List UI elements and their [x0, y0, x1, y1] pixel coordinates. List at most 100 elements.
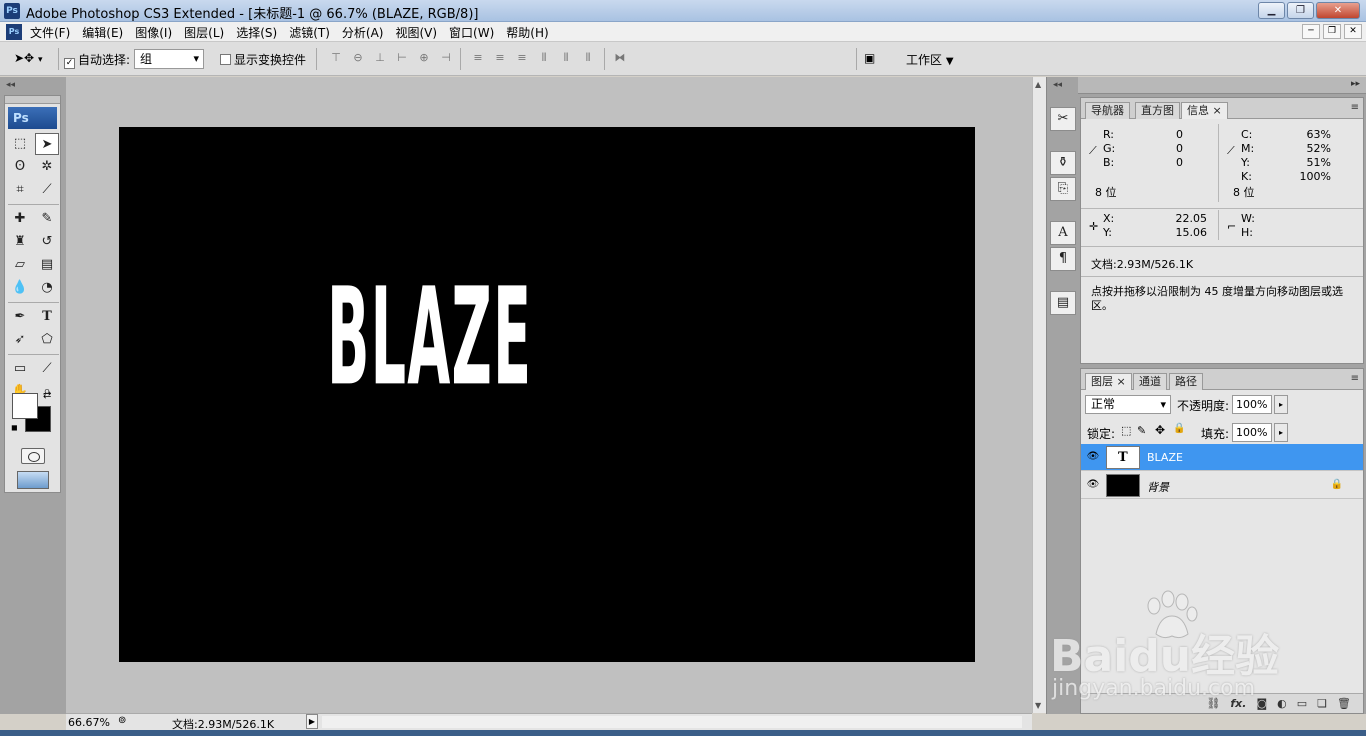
group-icon[interactable]: ▭	[1297, 697, 1307, 710]
auto-select-dropdown[interactable]: 组	[134, 49, 204, 69]
tab-layers[interactable]: 图层 ×	[1085, 373, 1132, 390]
close-icon[interactable]: ×	[1213, 104, 1222, 117]
history-brush-tool-icon[interactable]: ↺	[35, 231, 59, 253]
scroll-up-icon[interactable]: ▲	[1035, 80, 1041, 89]
tab-navigator[interactable]: 导航器	[1085, 102, 1130, 119]
doc-restore-button[interactable]: ❐	[1323, 24, 1341, 39]
fill-input[interactable]: 100%	[1232, 423, 1272, 442]
character-icon[interactable]: A	[1050, 221, 1076, 245]
document-canvas[interactable]: BLAZE	[119, 127, 975, 662]
canvas-workspace[interactable]: BLAZE	[66, 77, 1032, 713]
brush-tool-icon[interactable]: ✎	[35, 208, 59, 230]
tab-histogram[interactable]: 直方图	[1135, 102, 1180, 119]
distribute-hcenter-icon[interactable]: ⫴	[558, 51, 574, 65]
swap-colors-icon[interactable]: ⇄	[43, 390, 51, 401]
zoom-level[interactable]: 66.67%	[68, 716, 110, 729]
menu-filter[interactable]: 滤镜(T)	[289, 24, 330, 41]
eraser-tool-icon[interactable]: ▱	[8, 254, 32, 276]
paragraph-icon[interactable]: ¶	[1050, 247, 1076, 271]
layer-name-background[interactable]: 背景	[1147, 479, 1169, 495]
magic-wand-tool-icon[interactable]: ✲	[35, 156, 59, 178]
align-bottom-icon[interactable]: ⊥	[372, 51, 388, 65]
align-vcenter-icon[interactable]: ⊖	[350, 51, 366, 65]
path-selection-tool-icon[interactable]: ➶	[8, 329, 32, 351]
opacity-slider-arrow-icon[interactable]: ▸	[1274, 395, 1288, 414]
align-right-icon[interactable]: ⊣	[438, 51, 454, 65]
mask-icon[interactable]: ◙	[1256, 697, 1267, 710]
auto-select-checkbox[interactable]: ✓ 自动选择:	[64, 51, 130, 69]
restore-button[interactable]: ❐	[1287, 2, 1314, 19]
canvas-text-layer[interactable]: BLAZE	[327, 270, 532, 404]
tab-paths[interactable]: 路径	[1169, 373, 1203, 390]
gradient-tool-icon[interactable]: ▤	[35, 254, 59, 276]
tool-presets-icon[interactable]: ✂	[1050, 107, 1076, 131]
link-icon[interactable]: ⛓	[1206, 697, 1220, 710]
lock-pixels-icon[interactable]: ✎	[1137, 424, 1146, 437]
scroll-down-icon[interactable]: ▼	[1035, 701, 1041, 710]
dodge-tool-icon[interactable]: ◔	[35, 277, 59, 299]
doc-close-button[interactable]: ✕	[1344, 24, 1362, 39]
show-transform-checkbox[interactable]: 显示变换控件	[220, 51, 306, 68]
lock-position-icon[interactable]: ✥	[1155, 423, 1165, 437]
blur-tool-icon[interactable]: 💧	[8, 277, 32, 299]
distribute-vcenter-icon[interactable]: ≡	[492, 51, 508, 65]
blend-mode-select[interactable]: 正常	[1085, 395, 1171, 414]
layer-row-background[interactable]: 👁 背景 🔒	[1081, 472, 1363, 499]
quick-mask-button[interactable]	[21, 448, 45, 464]
layer-row-blaze[interactable]: 👁 T BLAZE	[1081, 444, 1363, 471]
shape-tool-icon[interactable]: ⬠	[35, 329, 59, 351]
lasso-tool-icon[interactable]: ʘ	[8, 156, 32, 178]
marquee-tool-icon[interactable]: ⬚	[8, 133, 32, 155]
eyedropper-tool-icon[interactable]: ⟋	[35, 358, 59, 380]
menu-select[interactable]: 选择(S)	[236, 24, 277, 41]
menu-layer[interactable]: 图层(L)	[184, 24, 224, 41]
panel-menu-icon[interactable]: ≡	[1351, 102, 1359, 113]
doc-minimize-button[interactable]: ─	[1302, 24, 1320, 39]
eye-icon[interactable]: 👁	[1086, 479, 1100, 491]
new-layer-icon[interactable]: ❏	[1317, 697, 1327, 710]
align-hcenter-icon[interactable]: ⊕	[416, 51, 432, 65]
status-info-icon[interactable]: ⊚	[118, 715, 126, 726]
menu-image[interactable]: 图像(I)	[135, 24, 172, 41]
document-icon[interactable]: Ps	[6, 24, 22, 40]
eyedropper-icon[interactable]: ⟋	[1089, 144, 1097, 158]
pen-tool-icon[interactable]: ✒	[8, 306, 32, 328]
auto-align-layers-icon[interactable]: ⧓	[612, 51, 628, 65]
layer-comps-icon[interactable]: ▤	[1050, 291, 1076, 315]
horizontal-scrollbar[interactable]	[322, 716, 1022, 728]
notes-tool-icon[interactable]: ▭	[8, 358, 32, 380]
panel-menu-icon[interactable]: ≡	[1351, 373, 1359, 384]
clone-stamp-tool-icon[interactable]: ♜	[8, 231, 32, 253]
menu-edit[interactable]: 编辑(E)	[82, 24, 123, 41]
collapse-arrows-icon[interactable]: ◂◂	[6, 80, 15, 90]
screen-mode-button[interactable]	[17, 471, 49, 489]
tab-info[interactable]: 信息 ×	[1181, 102, 1228, 119]
expand-arrows-icon[interactable]: ▸▸	[1351, 79, 1360, 89]
lock-all-icon[interactable]: 🔒	[1173, 423, 1185, 434]
distribute-right-icon[interactable]: ⫴	[580, 51, 596, 65]
distribute-bottom-icon[interactable]: ≡	[514, 51, 530, 65]
slice-tool-icon[interactable]: ⟋	[35, 179, 59, 201]
align-left-icon[interactable]: ⊢	[394, 51, 410, 65]
fx-icon[interactable]: fx.	[1230, 697, 1246, 710]
align-top-icon[interactable]: ⊤	[328, 51, 344, 65]
tool-preset-picker[interactable]: ➤✥ ▾	[14, 51, 42, 65]
trash-icon[interactable]: 🗑	[1337, 697, 1351, 710]
lock-transparency-icon[interactable]: ⬚	[1121, 424, 1131, 437]
bridge-icon[interactable]: ▣	[864, 51, 875, 65]
menu-analysis[interactable]: 分析(A)	[342, 24, 384, 41]
menu-help[interactable]: 帮助(H)	[506, 24, 548, 41]
distribute-left-icon[interactable]: ⫴	[536, 51, 552, 65]
type-tool-icon[interactable]: T	[35, 306, 59, 328]
adjustment-icon[interactable]: ◐	[1277, 697, 1287, 710]
minimize-button[interactable]: ▁	[1258, 2, 1285, 19]
menu-file[interactable]: 文件(F)	[30, 24, 70, 41]
eye-icon[interactable]: 👁	[1086, 451, 1100, 463]
default-colors-icon[interactable]: ◼	[11, 423, 18, 432]
brushes-icon[interactable]: ⚱	[1050, 151, 1076, 175]
status-menu-arrow-icon[interactable]: ▶	[306, 714, 318, 729]
move-tool-icon[interactable]: ➤	[35, 133, 59, 155]
layer-name-blaze[interactable]: BLAZE	[1147, 451, 1183, 464]
eyedropper-icon[interactable]: ⟋	[1227, 144, 1235, 158]
toolbox-grip[interactable]	[5, 96, 60, 104]
